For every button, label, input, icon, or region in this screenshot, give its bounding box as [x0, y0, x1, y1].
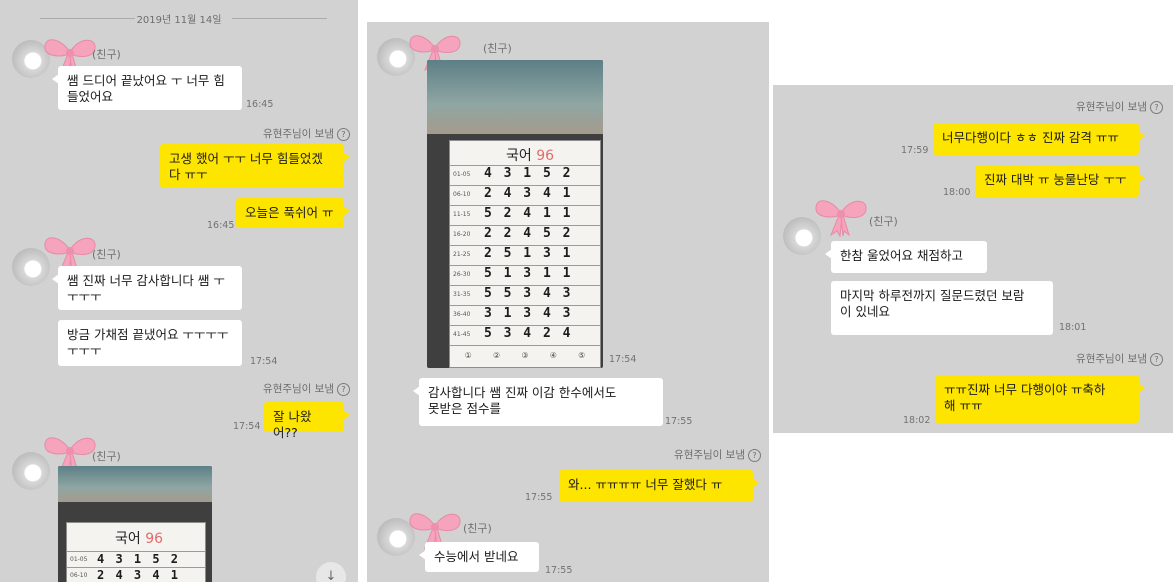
friend-tag: (친구) — [92, 48, 121, 61]
help-icon[interactable]: ? — [337, 127, 350, 141]
sender-name: 유현주님이 보냄 — [263, 383, 334, 395]
message-time: 17:54 — [609, 354, 637, 365]
sender-name: 유현주님이 보냄 — [674, 449, 745, 461]
message-bubble[interactable]: 쌤 드디어 끝났어요 ㅜ 너무 힘 들었어요 — [52, 66, 242, 110]
message-text: ㅜㅜㅜ — [67, 343, 102, 358]
friend-tag: (친구) — [869, 215, 898, 228]
chat-panel-3: 유현주님이 보냄? 너무다행이다 ㅎㅎ 진짜 감격 ㅠㅠ 17:59 진짜 대박… — [773, 85, 1173, 433]
sender-name: 유현주님이 보냄 — [1076, 353, 1147, 365]
sender-label: 유현주님이 보냄? — [1076, 351, 1163, 366]
message-time: 16:45 — [207, 220, 235, 231]
message-text: 이 있네요 — [840, 304, 890, 319]
sender-label: 유현주님이 보냄? — [263, 381, 350, 396]
message-bubble[interactable]: 수능에서 받네요 — [419, 542, 539, 572]
date-divider: 2019년 11월 14일 — [0, 10, 358, 26]
message-time: 17:55 — [545, 565, 573, 576]
message-text: ㅜㅜㅜ — [67, 289, 102, 304]
message-time: 17:59 — [901, 145, 929, 156]
message-time: 17:55 — [665, 416, 693, 427]
message-time: 17:55 — [525, 492, 553, 503]
my-message-bubble[interactable]: 진짜 대박 ㅠ 눙물난당 ㅜㅜ — [975, 165, 1145, 197]
message-time: 18:00 — [943, 187, 971, 198]
friend-tag: (친구) — [463, 522, 492, 535]
message-text: 해 ㅠㅠ — [944, 398, 983, 413]
my-message-bubble[interactable]: ㅠㅠ진짜 너무 다행이야 ㅠ축하 해 ㅠㅠ — [935, 375, 1145, 423]
message-text: 들었어요 — [67, 89, 114, 104]
help-icon[interactable]: ? — [1150, 352, 1163, 366]
friend-tag: (친구) — [92, 248, 121, 261]
my-message-bubble[interactable]: 너무다행이다 ㅎㅎ 진짜 감격 ㅠㅠ — [933, 123, 1145, 155]
sender-label: 유현주님이 보냄? — [263, 126, 350, 141]
message-text: 고생 했어 ㅜㅜ 너무 힘들었겠 — [169, 151, 323, 166]
message-text: 다 ㅠㅜ — [169, 167, 208, 182]
message-bubble[interactable]: 한참 울었어요 채점하고 — [825, 241, 987, 273]
my-message-bubble[interactable]: 고생 했어 ㅜㅜ 너무 힘들었겠 다 ㅠㅜ — [160, 144, 350, 188]
my-message-bubble[interactable]: 와... ㅠㅠㅠㅠ 너무 잘했다 ㅠ — [559, 470, 759, 502]
sheet-row: 06-10 2 4 3 4 1 — [67, 567, 205, 582]
message-time: 18:01 — [1059, 322, 1087, 333]
date-label: 2019년 11월 14일 — [136, 15, 222, 26]
sender-label: 유현주님이 보냄? — [1076, 99, 1163, 114]
message-text: ㅠㅠ진짜 너무 다행이야 ㅠ축하 — [944, 382, 1106, 397]
sender-name: 유현주님이 보냄 — [1076, 101, 1147, 113]
sheet-title: 국어 96 — [506, 148, 555, 164]
message-time: 17:54 — [250, 356, 278, 367]
message-bubble[interactable]: 감사합니다 쌤 진짜 이감 한수에서도 못받은 점수를 — [413, 378, 663, 426]
help-icon[interactable]: ? — [748, 448, 761, 462]
my-message-bubble[interactable]: 잘 나왔어?? — [264, 402, 350, 440]
ribbon-bow-icon — [813, 193, 869, 237]
friend-tag: (친구) — [92, 450, 121, 463]
message-time: 16:45 — [246, 99, 274, 110]
message-text: 방금 가채점 끝냈어요 ㅜㅜㅜㅜ — [67, 327, 229, 342]
photo-attachment[interactable]: 국어 96 01-05 4 3 1 5 2 06-10 2 4 3 4 1 — [58, 466, 212, 582]
answer-sheet: 국어 96 01-05 4 3 1 5 2 06-10 2 4 3 4 1 11-1… — [449, 140, 601, 368]
answer-sheet: 국어 96 01-05 4 3 1 5 2 06-10 2 4 3 4 1 — [66, 522, 206, 582]
chat-panel-1: 2019년 11월 14일 (친구) 쌤 드디어 끝났어요 ㅜ 너무 힘 들었어… — [0, 0, 358, 582]
friend-tag: (친구) — [483, 42, 512, 55]
sender-name: 유현주님이 보냄 — [263, 128, 334, 140]
message-time: 17:54 — [233, 421, 261, 432]
sheet-title: 국어 96 — [115, 531, 164, 547]
message-text: 쌤 진짜 너무 감사합니다 쌤 ㅜ — [67, 273, 225, 288]
help-icon[interactable]: ? — [337, 382, 350, 396]
photo-attachment[interactable]: 국어 96 01-05 4 3 1 5 2 06-10 2 4 3 4 1 11-1… — [427, 60, 603, 368]
message-text: 못받은 점수를 — [428, 401, 501, 416]
scroll-down-button[interactable]: ↓ — [316, 562, 346, 582]
message-text: 감사합니다 쌤 진짜 이감 한수에서도 — [428, 385, 617, 400]
sender-label: 유현주님이 보냄? — [674, 447, 761, 462]
sheet-row: 01-05 4 3 1 5 2 — [67, 551, 205, 566]
message-text: 마지막 하루전까지 질문드렸던 보람 — [840, 288, 1025, 303]
my-message-bubble[interactable]: 오늘은 푹쉬어 ㅠ — [236, 198, 350, 228]
help-icon[interactable]: ? — [1150, 100, 1163, 114]
message-bubble[interactable]: 쌤 진짜 너무 감사합니다 쌤 ㅜ ㅜㅜㅜ — [52, 266, 242, 310]
message-text: 쌤 드디어 끝났어요 ㅜ 너무 힘 — [67, 73, 225, 88]
message-bubble[interactable]: 방금 가채점 끝냈어요 ㅜㅜㅜㅜ ㅜㅜㅜ — [58, 320, 242, 366]
message-time: 18:02 — [903, 415, 931, 426]
message-bubble[interactable]: 마지막 하루전까지 질문드렸던 보람 이 있네요 — [831, 281, 1053, 335]
chat-panel-2: (친구) 국어 96 01-05 4 3 1 5 2 06-10 2 4 3 4 1… — [367, 22, 769, 582]
